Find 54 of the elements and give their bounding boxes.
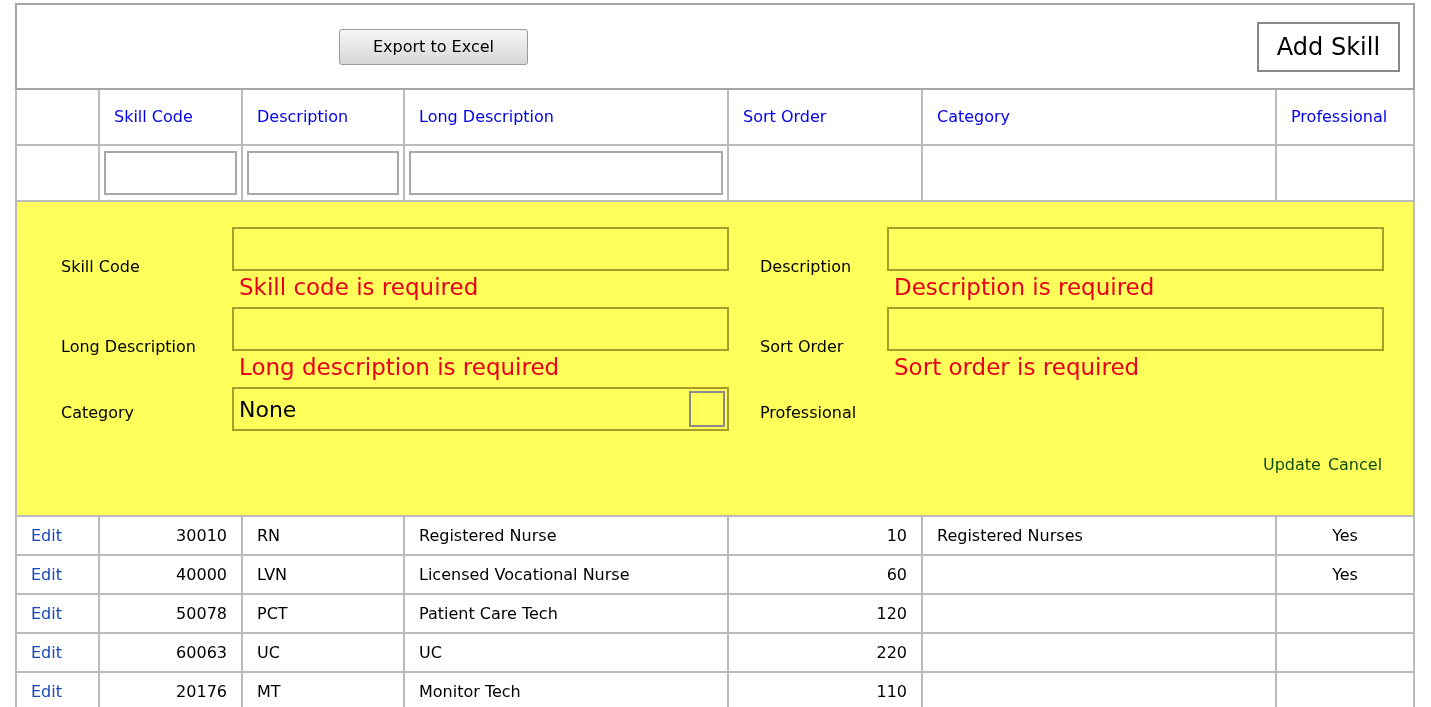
table-cell: Patient Care Tech xyxy=(419,603,558,623)
table-cell: 110 xyxy=(876,681,907,701)
edit-link[interactable]: Edit xyxy=(31,564,62,584)
table-cell: 10 xyxy=(886,525,907,545)
table-cell: 40000 xyxy=(176,564,227,584)
input-field[interactable] xyxy=(232,307,729,351)
edit-link[interactable]: Edit xyxy=(31,525,62,545)
table-cell: Yes xyxy=(1332,564,1358,584)
field-label: Sort Order xyxy=(759,336,845,358)
export-button[interactable]: Export to Excel xyxy=(339,28,528,65)
input-field[interactable] xyxy=(887,227,1384,271)
action-link[interactable]: Cancel xyxy=(1327,453,1383,477)
field-label: Professional xyxy=(759,402,858,424)
table-cell: Registered Nurses xyxy=(937,525,1083,545)
column-header-link[interactable]: Description xyxy=(257,107,349,126)
table-cell: 60063 xyxy=(176,642,227,662)
error-message: Description is required xyxy=(894,276,1156,299)
table-cell: 60 xyxy=(886,564,907,584)
field-label: Category xyxy=(61,402,136,424)
column-header-link[interactable]: Category xyxy=(937,107,1011,126)
column-header-link[interactable]: Skill Code xyxy=(114,107,193,126)
input-field[interactable] xyxy=(887,307,1384,351)
error-message: Sort order is required xyxy=(894,356,1141,379)
field-label: Skill Code xyxy=(61,256,141,278)
error-message: Long description is required xyxy=(239,356,561,379)
input-field[interactable] xyxy=(232,227,729,271)
table-cell: 120 xyxy=(876,603,907,623)
column-header-link[interactable]: Sort Order xyxy=(743,107,827,126)
table-cell: 20176 xyxy=(176,681,227,701)
field-label: Long Description xyxy=(61,336,197,358)
filter-field[interactable] xyxy=(247,151,399,195)
field-label: Description xyxy=(759,256,853,278)
table-cell: UC xyxy=(257,642,280,662)
table-cell: PCT xyxy=(257,603,288,623)
table-cell: MT xyxy=(257,681,281,701)
category-dropdown[interactable]: None xyxy=(232,387,729,431)
edit-link[interactable]: Edit xyxy=(31,603,62,623)
table-cell: Yes xyxy=(1332,525,1358,545)
add-button[interactable]: Add Skill xyxy=(1256,21,1401,72)
table-cell: 50078 xyxy=(176,603,227,623)
table-cell: Monitor Tech xyxy=(419,681,521,701)
table-cell: 30010 xyxy=(176,525,227,545)
table-cell: Registered Nurse xyxy=(419,525,557,545)
table-cell: UC xyxy=(419,642,442,662)
filter-field[interactable] xyxy=(409,151,723,195)
edit-link[interactable]: Edit xyxy=(31,642,62,662)
error-message: Skill code is required xyxy=(239,276,480,299)
action-link[interactable]: Update xyxy=(1262,453,1321,477)
filter-field[interactable] xyxy=(104,151,237,195)
table-cell: 220 xyxy=(876,642,907,662)
table-cell: LVN xyxy=(257,564,288,584)
column-header-link[interactable]: Long Description xyxy=(419,107,554,126)
table-cell: RN xyxy=(257,525,281,545)
table-cell: Licensed Vocational Nurse xyxy=(419,564,630,584)
